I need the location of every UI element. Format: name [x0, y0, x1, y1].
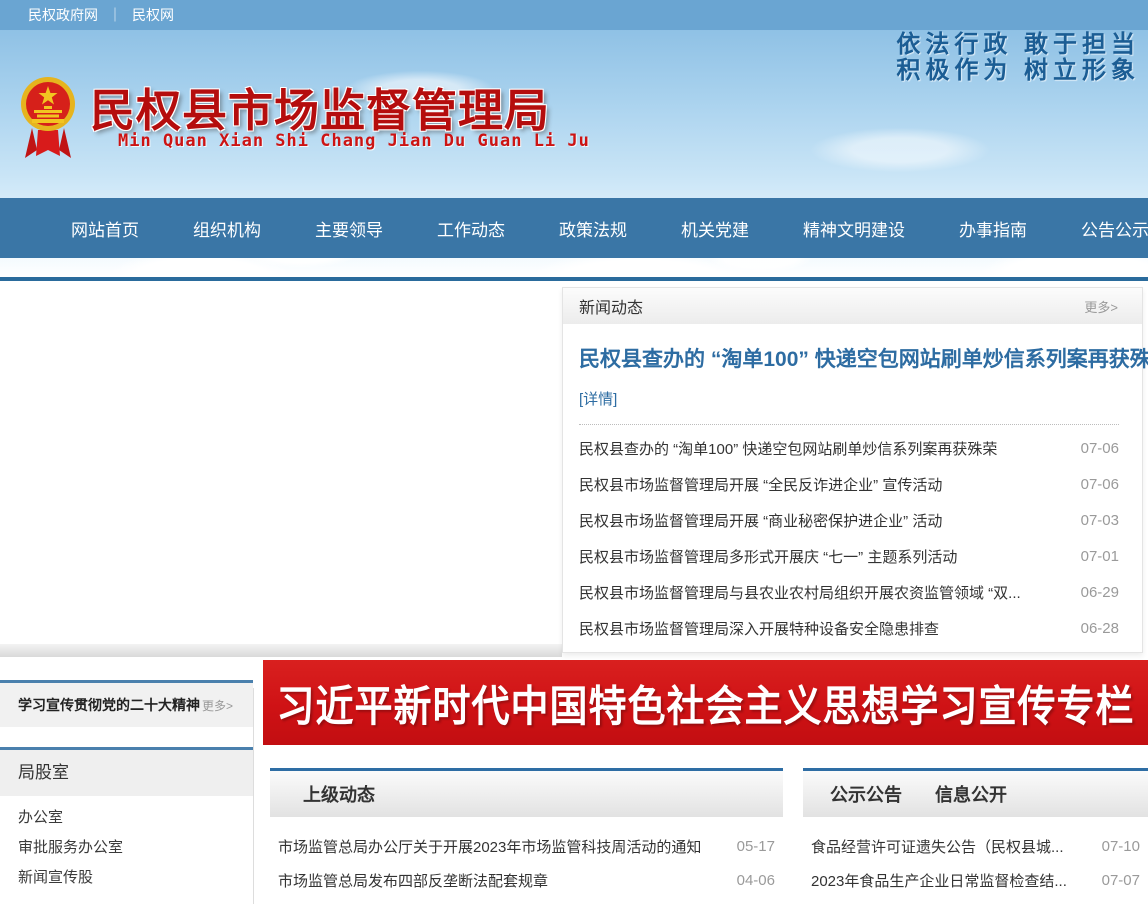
site-title: 民权县市场监督管理局	[90, 74, 550, 139]
notice-item-date: 07-07	[1102, 872, 1140, 889]
sidebar-departments-header: 局股室	[0, 747, 253, 796]
superior-news-item[interactable]: 市场监管总局办公厅关于开展2023年市场监管科技周活动的通知 05-17	[270, 829, 783, 863]
sidebar-item-office[interactable]: 办公室	[0, 803, 253, 833]
news-list-item[interactable]: 民权县市场监督管理局深入开展特种设备安全隐患排查 06-28	[579, 610, 1119, 646]
notice-item-date: 07-10	[1102, 838, 1140, 855]
news-item-title[interactable]: 民权县市场监督管理局深入开展特种设备安全隐患排查	[579, 618, 939, 639]
notice-item[interactable]: 2023年食品生产企业日常监督检查结... 07-07	[803, 863, 1148, 897]
sidebar-item-news-publicity[interactable]: 新闻宣传股	[0, 863, 253, 893]
superior-item-title[interactable]: 市场监管总局发布四部反垄断法配套规章	[278, 870, 548, 891]
nav-item-announcements[interactable]: 公告公示	[1054, 216, 1148, 241]
news-item-title[interactable]: 民权县市场监督管理局开展 “商业秘密保护进企业” 活动	[579, 510, 942, 531]
nav-item-policies[interactable]: 政策法规	[532, 216, 654, 241]
sidebar-20th-congress-box: 学习宣传贯彻党的二十大精神 更多>	[0, 680, 253, 727]
superior-news-header: 上级动态	[270, 771, 783, 817]
news-item-date: 06-28	[1081, 620, 1119, 637]
news-item-date: 07-06	[1081, 440, 1119, 457]
carousel-pager-strip	[0, 644, 562, 657]
header-slogan: 依法行政 敢于担当 积极作为 树立形象	[896, 32, 1140, 84]
superior-news-panel: 上级动态 市场监管总局办公厅关于开展2023年市场监管科技周活动的通知 05-1…	[270, 768, 783, 904]
news-list-item[interactable]: 民权县市场监督管理局开展 “商业秘密保护进企业” 活动 07-03	[579, 502, 1119, 538]
sidebar-departments-list: 办公室 审批服务办公室 新闻宣传股	[0, 803, 253, 893]
xi-thought-special-column-banner[interactable]: 习近平新时代中国特色社会主义思想学习宣传专栏	[263, 660, 1148, 745]
notice-item-title[interactable]: 食品经营许可证遗失公告（民权县城...	[811, 836, 1064, 857]
superior-news-item[interactable]: 市场监管总局发布四部反垄断法配套规章 04-06	[270, 863, 783, 897]
tab-information-disclosure[interactable]: 信息公开	[935, 781, 1007, 807]
news-item-date: 07-06	[1081, 476, 1119, 493]
page: 民权政府网 ｜ 民权网 民权县市场监督管理局 Min Quan Xian Shi C…	[0, 0, 1148, 904]
topbar-link-gov[interactable]: 民权政府网	[28, 7, 98, 23]
notice-list: 食品经营许可证遗失公告（民权县城... 07-10 2023年食品生产企业日常监…	[803, 817, 1148, 897]
topbar-link-minquan[interactable]: 民权网	[132, 7, 174, 23]
news-item-date: 07-03	[1081, 512, 1119, 529]
news-list: 民权县查办的 “淘单100” 快递空包网站刷单炒信系列案再获殊荣 07-06 民…	[579, 430, 1119, 646]
superior-news-list: 市场监管总局办公厅关于开展2023年市场监管科技周活动的通知 05-17 市场监…	[270, 817, 783, 897]
news-list-item[interactable]: 民权县查办的 “淘单100” 快递空包网站刷单炒信系列案再获殊荣 07-06	[579, 430, 1119, 466]
slogan-line-1: 依法行政 敢于担当	[896, 32, 1140, 58]
banner-text: 习近平新时代中国特色社会主义思想学习宣传专栏	[276, 672, 1134, 734]
superior-news-title[interactable]: 上级动态	[303, 781, 375, 807]
national-emblem-icon	[20, 70, 76, 164]
nav-item-service-guide[interactable]: 办事指南	[932, 216, 1054, 241]
news-item-title[interactable]: 民权县查办的 “淘单100” 快递空包网站刷单炒信系列案再获殊荣	[579, 438, 997, 459]
superior-item-title[interactable]: 市场监管总局办公厅关于开展2023年市场监管科技周活动的通知	[278, 836, 701, 857]
news-item-date: 07-01	[1081, 548, 1119, 565]
news-list-item[interactable]: 民权县市场监督管理局开展 “全民反诈进企业” 宣传活动 07-06	[579, 466, 1119, 502]
header-divider-line	[0, 277, 1148, 281]
sidebar-right-divider	[253, 688, 254, 904]
sidebar-more-link[interactable]: 更多>	[202, 697, 233, 714]
news-list-item[interactable]: 民权县市场监督管理局与县农业农村局组织开展农资监管领域 “双... 06-29	[579, 574, 1119, 610]
nav-item-organization[interactable]: 组织机构	[166, 216, 288, 241]
news-item-title[interactable]: 民权县市场监督管理局与县农业农村局组织开展农资监管领域 “双...	[579, 582, 1021, 603]
news-item-date: 06-29	[1081, 584, 1119, 601]
nav-item-leaders[interactable]: 主要领导	[288, 216, 410, 241]
news-item-title[interactable]: 民权县市场监督管理局多形式开展庆 “七一” 主题系列活动	[579, 546, 957, 567]
nav-item-work-news[interactable]: 工作动态	[410, 216, 532, 241]
notice-panel-header: 公示公告 信息公开	[803, 771, 1148, 817]
sidebar-item-approval-service-office[interactable]: 审批服务办公室	[0, 833, 253, 863]
nav-item-party-building[interactable]: 机关党建	[654, 216, 776, 241]
nav-item-civilization[interactable]: 精神文明建设	[776, 216, 932, 241]
news-panel-title: 新闻动态	[579, 294, 643, 318]
topbar-separator: ｜	[108, 7, 122, 23]
main-nav: 网站首页 组织机构 主要领导 工作动态 政策法规 机关党建 精神文明建设 办事指…	[0, 198, 1148, 258]
news-panel: 新闻动态 更多> 民权县查办的 “淘单100” 快递空包网站刷单炒信系列案再获殊…	[562, 287, 1143, 653]
news-item-title[interactable]: 民权县市场监督管理局开展 “全民反诈进企业” 宣传活动	[579, 474, 942, 495]
notice-item-title[interactable]: 2023年食品生产企业日常监督检查结...	[811, 870, 1067, 891]
news-panel-header: 新闻动态 更多>	[563, 288, 1142, 324]
tab-public-notices[interactable]: 公示公告	[830, 781, 902, 807]
superior-item-date: 04-06	[737, 872, 775, 889]
news-list-item[interactable]: 民权县市场监督管理局多形式开展庆 “七一” 主题系列活动 07-01	[579, 538, 1119, 574]
nav-item-home[interactable]: 网站首页	[44, 216, 166, 241]
news-panel-body: 民权县查办的 “淘单100” 快递空包网站刷单炒信系列案再获殊荣 [详情] 民权…	[563, 343, 1142, 646]
news-more-link[interactable]: 更多>	[1084, 297, 1118, 316]
superior-item-date: 05-17	[737, 838, 775, 855]
slogan-line-2: 积极作为 树立形象	[896, 58, 1140, 84]
notice-item[interactable]: 食品经营许可证遗失公告（民权县城... 07-10	[803, 829, 1148, 863]
sidebar-20th-congress-title[interactable]: 学习宣传贯彻党的二十大精神	[18, 695, 200, 715]
topbar: 民权政府网 ｜ 民权网	[0, 0, 1148, 30]
site-title-pinyin: Min Quan Xian Shi Chang Jian Du Guan Li …	[118, 131, 590, 151]
news-dotted-divider	[579, 424, 1119, 425]
news-detail-link[interactable]: [详情]	[579, 388, 1119, 409]
news-headline-link[interactable]: 民权县查办的 “淘单100” 快递空包网站刷单炒信系列案再获殊荣	[579, 343, 1119, 373]
notice-panel: 公示公告 信息公开 食品经营许可证遗失公告（民权县城... 07-10 2023…	[803, 768, 1148, 904]
